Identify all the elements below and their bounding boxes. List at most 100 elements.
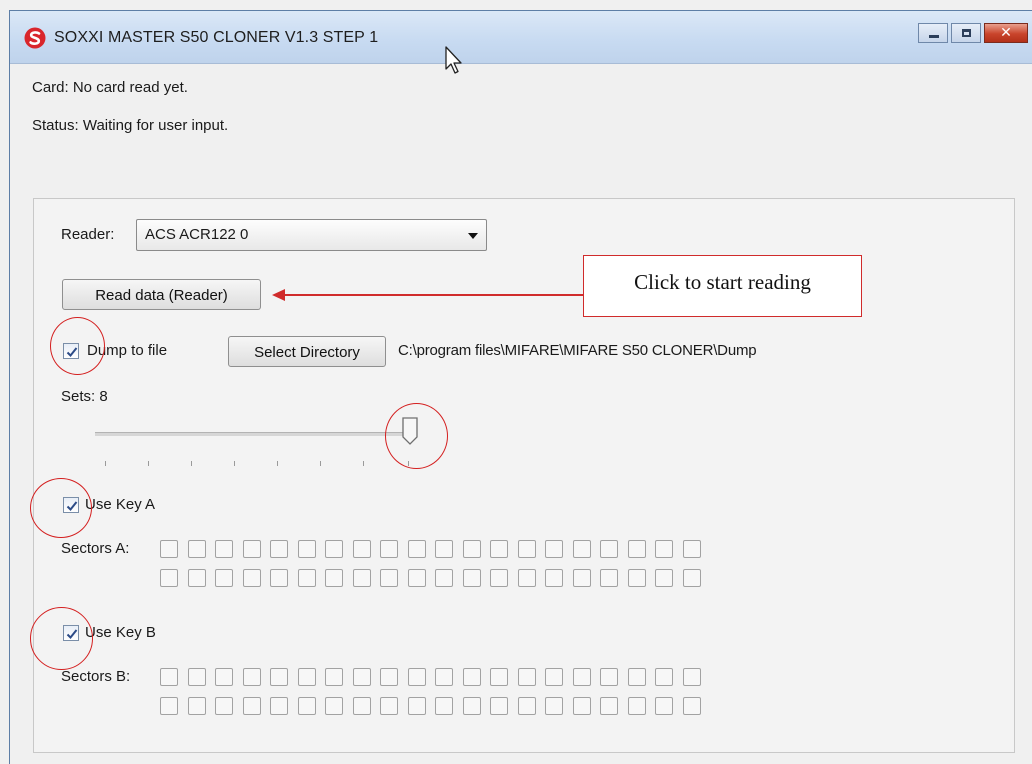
sector-checkbox[interactable] <box>600 569 618 587</box>
sector-checkbox[interactable] <box>380 697 398 715</box>
sector-checkbox[interactable] <box>325 697 343 715</box>
sector-checkbox[interactable] <box>682 668 701 686</box>
sector-checkbox[interactable] <box>682 540 701 558</box>
sector-checkbox[interactable] <box>270 569 288 587</box>
sector-checkbox[interactable] <box>187 540 206 558</box>
sector-checkbox[interactable] <box>297 540 316 558</box>
dump-path-text: C:\program files\MIFARE\MIFARE S50 CLONE… <box>398 342 757 359</box>
sector-checkbox[interactable] <box>545 569 563 587</box>
sector-checkbox[interactable] <box>352 569 371 587</box>
sector-checkbox[interactable] <box>160 569 178 587</box>
minimize-icon[interactable] <box>918 23 948 43</box>
sector-checkbox[interactable] <box>572 697 591 715</box>
sector-checkbox[interactable] <box>407 668 426 686</box>
sector-checkbox[interactable] <box>297 697 316 715</box>
sector-checkbox[interactable] <box>655 540 673 558</box>
sector-checkbox[interactable] <box>517 569 536 587</box>
sector-checkbox[interactable] <box>270 668 288 686</box>
sector-checkbox[interactable] <box>187 697 206 715</box>
sector-checkbox[interactable] <box>545 668 563 686</box>
highlight-circle <box>385 403 448 469</box>
sector-checkbox[interactable] <box>325 540 343 558</box>
title-bar[interactable]: SOXXI MASTER S50 CLONER V1.3 STEP 1 ✕ <box>10 11 1032 64</box>
sector-checkbox[interactable] <box>270 540 288 558</box>
sector-checkbox[interactable] <box>462 697 481 715</box>
sector-checkbox[interactable] <box>627 697 646 715</box>
card-status-text: Card: No card read yet. <box>32 79 188 96</box>
highlight-circle <box>30 478 92 538</box>
sector-checkbox[interactable] <box>490 569 508 587</box>
sector-checkbox[interactable] <box>242 540 261 558</box>
sector-checkbox[interactable] <box>545 540 563 558</box>
sector-checkbox[interactable] <box>215 569 233 587</box>
sector-checkbox[interactable] <box>242 569 261 587</box>
sector-checkbox[interactable] <box>627 668 646 686</box>
sector-checkbox[interactable] <box>407 540 426 558</box>
sector-checkbox[interactable] <box>462 668 481 686</box>
reader-label: Reader: <box>61 226 115 243</box>
sector-checkbox[interactable] <box>435 540 453 558</box>
sector-checkbox[interactable] <box>517 540 536 558</box>
select-directory-button[interactable]: Select Directory <box>228 336 386 367</box>
sector-checkbox[interactable] <box>215 540 233 558</box>
sector-checkbox[interactable] <box>655 569 673 587</box>
use-key-a-label[interactable]: Use Key A <box>85 496 155 513</box>
sector-checkbox[interactable] <box>462 540 481 558</box>
sector-checkbox[interactable] <box>682 569 701 587</box>
sector-checkbox[interactable] <box>215 697 233 715</box>
read-data-button[interactable]: Read data (Reader) <box>62 279 261 310</box>
window-title: SOXXI MASTER S50 CLONER V1.3 STEP 1 <box>54 29 379 46</box>
sector-checkbox[interactable] <box>572 540 591 558</box>
sector-checkbox[interactable] <box>325 569 343 587</box>
sector-checkbox[interactable] <box>160 668 178 686</box>
sector-checkbox[interactable] <box>242 697 261 715</box>
slider-tick <box>320 461 321 466</box>
sector-checkbox[interactable] <box>655 668 673 686</box>
maximize-icon[interactable] <box>951 23 981 43</box>
sector-checkbox[interactable] <box>407 697 426 715</box>
slider-tick <box>148 461 149 466</box>
sector-checkbox[interactable] <box>160 540 178 558</box>
reader-select[interactable]: ACS ACR122 0 <box>136 219 487 251</box>
sector-checkbox[interactable] <box>380 668 398 686</box>
sector-checkbox[interactable] <box>187 569 206 587</box>
sector-checkbox[interactable] <box>407 569 426 587</box>
sets-slider-track[interactable] <box>95 432 415 436</box>
sector-checkbox[interactable] <box>242 668 261 686</box>
sector-checkbox[interactable] <box>325 668 343 686</box>
sector-checkbox[interactable] <box>627 540 646 558</box>
chevron-down-icon[interactable] <box>468 233 478 239</box>
sector-checkbox[interactable] <box>352 668 371 686</box>
sector-checkbox[interactable] <box>215 668 233 686</box>
sector-checkbox[interactable] <box>435 569 453 587</box>
use-key-b-label[interactable]: Use Key B <box>85 624 156 641</box>
sector-checkbox[interactable] <box>490 697 508 715</box>
close-icon[interactable]: ✕ <box>984 23 1028 43</box>
sector-checkbox[interactable] <box>160 697 178 715</box>
sector-checkbox[interactable] <box>490 540 508 558</box>
sector-checkbox[interactable] <box>462 569 481 587</box>
sector-checkbox[interactable] <box>600 697 618 715</box>
sector-checkbox[interactable] <box>600 668 618 686</box>
sector-checkbox[interactable] <box>380 569 398 587</box>
sector-checkbox[interactable] <box>517 697 536 715</box>
sector-checkbox[interactable] <box>297 569 316 587</box>
sector-checkbox[interactable] <box>352 697 371 715</box>
sector-checkbox[interactable] <box>435 668 453 686</box>
sector-checkbox[interactable] <box>517 668 536 686</box>
sector-checkbox[interactable] <box>572 569 591 587</box>
slider-tick <box>277 461 278 466</box>
sector-checkbox[interactable] <box>352 540 371 558</box>
sector-checkbox[interactable] <box>682 697 701 715</box>
sector-checkbox[interactable] <box>380 540 398 558</box>
sector-checkbox[interactable] <box>490 668 508 686</box>
sector-checkbox[interactable] <box>545 697 563 715</box>
sector-checkbox[interactable] <box>627 569 646 587</box>
sector-checkbox[interactable] <box>600 540 618 558</box>
sector-checkbox[interactable] <box>655 697 673 715</box>
sector-checkbox[interactable] <box>572 668 591 686</box>
sector-checkbox[interactable] <box>435 697 453 715</box>
sector-checkbox[interactable] <box>270 697 288 715</box>
sector-checkbox[interactable] <box>187 668 206 686</box>
sector-checkbox[interactable] <box>297 668 316 686</box>
